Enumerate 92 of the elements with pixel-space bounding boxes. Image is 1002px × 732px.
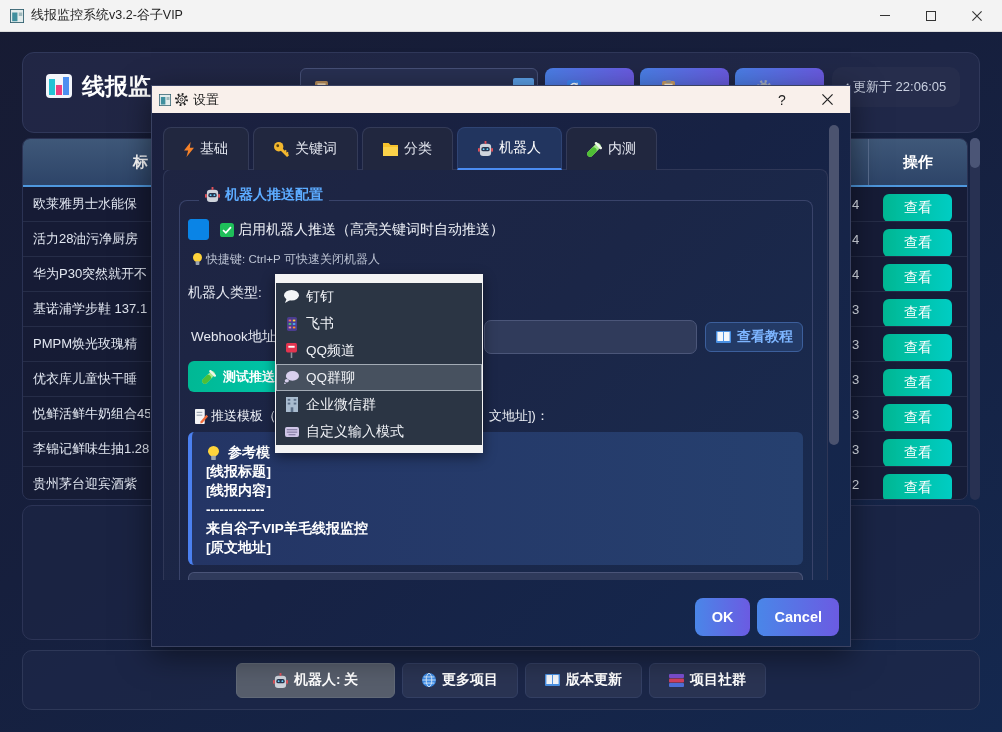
- more-projects-button[interactable]: 更多项目: [402, 662, 518, 698]
- window-icon: [10, 8, 24, 23]
- globe-icon: [422, 673, 436, 687]
- table-cell: 华为P30突然就开不: [33, 265, 148, 283]
- folder-icon: [383, 142, 398, 156]
- template-line: 来自谷子VIP羊毛线报监控: [206, 520, 368, 538]
- robot-icon: [478, 140, 493, 156]
- template-label: 文地址])：: [489, 407, 549, 425]
- building-icon: [285, 397, 298, 412]
- tab[interactable]: 基础: [163, 127, 249, 170]
- template-label: 推送模板（: [211, 407, 276, 425]
- app-title: 线报监: [82, 71, 151, 101]
- dropdown-option[interactable]: QQ群聊: [276, 364, 482, 391]
- update-status: 更新于 22:06:05: [853, 78, 947, 96]
- table-cell: 4: [852, 266, 860, 282]
- tab[interactable]: 机器人: [457, 127, 562, 170]
- phone-icon: [286, 316, 297, 331]
- dropdown-option[interactable]: 飞书: [276, 310, 482, 337]
- group-title: 机器人推送配置: [225, 186, 323, 203]
- column-header: 标: [133, 152, 148, 172]
- lightbulb-icon: [208, 445, 219, 460]
- bar-chart-icon: [46, 74, 72, 98]
- table-cell: 3: [852, 336, 860, 352]
- hint-text: 快捷键: Ctrl+P 可快速关闭机器人: [206, 251, 380, 267]
- template-line: [线报标题]: [206, 463, 271, 481]
- tab[interactable]: 内测: [566, 127, 657, 170]
- book-icon: [715, 331, 731, 343]
- lightbulb-icon: [193, 253, 202, 265]
- table-cell: 3: [852, 371, 860, 387]
- table-cell: 贵州茅台迎宾酒紫: [33, 475, 137, 493]
- dropdown-option[interactable]: 钉钉: [276, 283, 482, 310]
- dropdown-option[interactable]: QQ频道: [276, 337, 482, 364]
- table-cell: 4: [852, 231, 860, 247]
- checkbox[interactable]: [188, 219, 209, 240]
- table-cell: 优衣库儿童快干睡: [33, 370, 137, 388]
- tutorial-button[interactable]: 查看教程: [705, 322, 803, 352]
- test-tube-icon: [202, 369, 216, 384]
- keyboard-icon: [284, 426, 299, 437]
- table-cell: 活力28油污净厨房: [33, 230, 139, 248]
- close-icon: [821, 94, 833, 105]
- checkbox-label[interactable]: 启用机器人推送（高亮关键词时自动推送）: [238, 220, 504, 239]
- tab[interactable]: 分类: [362, 127, 453, 170]
- minimize-icon: [880, 15, 890, 16]
- robot-icon: [205, 186, 220, 202]
- scrollbar-thumb[interactable]: [970, 138, 980, 168]
- template-line: [原文地址]: [206, 539, 271, 557]
- template-line: -------------: [206, 501, 265, 519]
- maximize-icon: [926, 10, 936, 21]
- table-cell: 2: [852, 476, 860, 492]
- settings-icon: [175, 93, 188, 106]
- dialog-title: 设置: [193, 90, 219, 109]
- lightning-icon: [184, 141, 194, 157]
- cancel-button[interactable]: Cancel: [757, 598, 839, 636]
- check-icon: [220, 222, 234, 237]
- test-tube-icon: [587, 141, 602, 157]
- robot-toggle-button[interactable]: 机器人: 关: [236, 662, 395, 698]
- column-header: 操作: [903, 152, 933, 172]
- books-icon: [669, 673, 684, 687]
- ok-button[interactable]: OK: [694, 598, 751, 636]
- key-icon: [274, 141, 289, 157]
- community-button[interactable]: 项目社群: [649, 662, 766, 698]
- scrollbar[interactable]: [970, 138, 980, 500]
- table-cell: 3: [852, 301, 860, 317]
- close-icon: [972, 10, 982, 21]
- thought-bubble-icon: [284, 371, 299, 384]
- template-line: 参考模: [228, 444, 270, 462]
- book-icon: [545, 674, 560, 686]
- speech-bubble-icon: [284, 290, 299, 303]
- help-button[interactable]: ?: [767, 86, 797, 113]
- robot-type-label: 机器人类型:: [188, 284, 262, 302]
- window-title: 线报监控系统v3.2-谷子VIP: [31, 7, 183, 24]
- window-icon: [159, 93, 171, 106]
- table-cell: 基诺浦学步鞋 137.1: [33, 300, 148, 318]
- template-line: [线报内容]: [206, 482, 271, 500]
- table-cell: 3: [852, 441, 860, 457]
- table-cell: 3: [852, 406, 860, 422]
- table-cell: PMPM焕光玫瑰精: [33, 335, 137, 353]
- table-cell: 李锦记鲜味生抽1.28: [33, 440, 150, 458]
- table-cell: 悦鲜活鲜牛奶组合45: [33, 405, 150, 423]
- version-update-button[interactable]: 版本更新: [525, 662, 642, 698]
- table-cell: 欧莱雅男士水能保: [33, 195, 137, 213]
- dropdown-option[interactable]: 企业微信群: [276, 391, 482, 418]
- tab[interactable]: 关键词: [253, 127, 358, 170]
- webhook-input[interactable]: [484, 320, 697, 354]
- scrollbar-thumb[interactable]: [829, 125, 839, 445]
- memo-icon: [195, 408, 208, 424]
- postbox-icon: [286, 343, 297, 358]
- webhook-label: Webhook地址: [191, 328, 276, 346]
- template-editor[interactable]: [188, 572, 803, 580]
- robot-icon: [272, 672, 288, 688]
- dropdown-option[interactable]: 自定义输入模式: [276, 418, 482, 445]
- table-cell: 4: [852, 196, 860, 212]
